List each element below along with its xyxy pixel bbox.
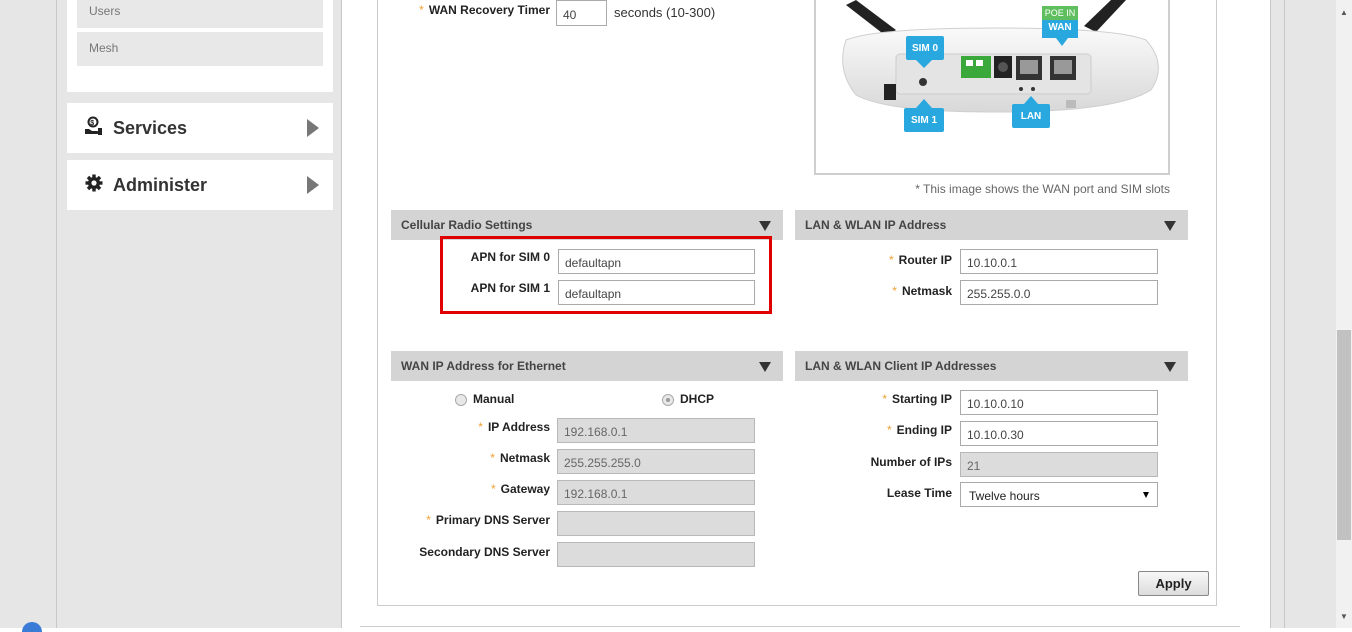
wan-callout: WAN: [1048, 22, 1072, 33]
section-title: Cellular Radio Settings: [401, 218, 533, 232]
lease-time-value: Twelve hours: [969, 489, 1040, 503]
ending-ip-label: * Ending IP: [886, 423, 952, 437]
gear-icon: [83, 173, 105, 198]
primary-dns-input[interactable]: [557, 511, 755, 536]
wan-recovery-label: * WAN Recovery Timer: [419, 3, 550, 17]
section-title: LAN & WLAN Client IP Addresses: [805, 359, 997, 373]
number-of-ips-label: Number of IPs: [870, 455, 952, 469]
wan-netmask-label: * Netmask: [490, 451, 550, 465]
starting-ip-label: * Starting IP: [882, 392, 952, 406]
lan-wlan-ip-header[interactable]: LAN & WLAN IP Address: [795, 210, 1188, 240]
lease-time-select[interactable]: Twelve hours: [960, 482, 1158, 507]
number-of-ips-input: 21: [960, 452, 1158, 477]
chevron-down-icon: [1143, 492, 1149, 498]
sidebar-item-label: Administer: [113, 174, 208, 195]
collapse-icon: [759, 362, 771, 372]
wan-recovery-hint: seconds (10-300): [614, 5, 716, 20]
manual-radio[interactable]: [455, 394, 467, 406]
divider: [360, 626, 1240, 627]
sidebar-item-label: Mesh: [89, 41, 119, 55]
ending-ip-input[interactable]: 10.10.0.30: [960, 421, 1158, 446]
wan-ethernet-header[interactable]: WAN IP Address for Ethernet: [391, 351, 783, 381]
collapse-icon: [1164, 221, 1176, 231]
highlight-box: [440, 236, 772, 314]
starting-ip-input[interactable]: 10.10.0.10: [960, 390, 1158, 415]
lan-callout: LAN: [1020, 111, 1042, 122]
wan-ip-input[interactable]: 192.168.0.1: [557, 418, 755, 443]
scroll-down-arrow-icon[interactable]: ▼: [1336, 612, 1352, 626]
sidebar-item-label: Services: [113, 117, 188, 138]
section-title: LAN & WLAN IP Address: [805, 218, 947, 232]
lan-netmask-input[interactable]: 255.255.0.0: [960, 280, 1158, 305]
sidebar: [57, 0, 342, 628]
client-ip-header[interactable]: LAN & WLAN Client IP Addresses: [795, 351, 1188, 381]
chevron-right-icon: [307, 119, 319, 137]
sidebar-item-label: Users: [89, 4, 121, 18]
right-gutter: [1270, 0, 1336, 628]
scrollbar-thumb[interactable]: [1337, 330, 1351, 540]
services-icon: $: [83, 116, 105, 141]
divider: [341, 0, 342, 628]
primary-dns-label: * Primary DNS Server: [426, 513, 550, 527]
sidebar-item-mesh[interactable]: Mesh: [77, 32, 323, 66]
image-caption: * This image shows the WAN port and SIM …: [915, 182, 1170, 196]
collapse-icon: [759, 221, 771, 231]
router-ip-label: * Router IP: [888, 253, 952, 267]
wan-recovery-input[interactable]: 40: [556, 0, 607, 26]
divider: [1284, 0, 1285, 628]
dhcp-radio-label: DHCP: [680, 392, 715, 406]
scroll-up-arrow-icon[interactable]: ▲: [1336, 8, 1352, 22]
left-gutter: [0, 0, 56, 628]
sidebar-item-services[interactable]: $ Services: [67, 103, 333, 153]
lan-netmask-label: * Netmask: [892, 284, 952, 298]
collapse-icon: [1164, 362, 1176, 372]
secondary-dns-input[interactable]: [557, 542, 755, 567]
chevron-right-icon: [307, 176, 319, 194]
lease-time-label: Lease Time: [886, 486, 952, 500]
divider: [1270, 0, 1271, 628]
wan-netmask-input[interactable]: 255.255.255.0: [557, 449, 755, 474]
dhcp-radio[interactable]: [662, 394, 674, 406]
wan-ip-label: * IP Address: [478, 420, 550, 434]
poe-in-callout: POE IN: [1044, 8, 1076, 18]
router-ip-input[interactable]: 10.10.0.1: [960, 249, 1158, 274]
wan-gateway-label: * Gateway: [490, 482, 550, 496]
sim0-callout: SIM 0: [911, 43, 939, 54]
manual-radio-label: Manual: [473, 392, 515, 406]
sidebar-item-administer[interactable]: Administer: [67, 160, 333, 210]
svg-text:$: $: [90, 120, 94, 127]
wan-gateway-input[interactable]: 192.168.0.1: [557, 480, 755, 505]
apply-button[interactable]: Apply: [1138, 571, 1209, 596]
device-image: SIM 0 SIM 1 LAN POE IN WAN: [814, 0, 1170, 175]
secondary-dns-label: Secondary DNS Server: [419, 545, 550, 559]
sim1-callout: SIM 1: [910, 115, 938, 126]
section-title: WAN IP Address for Ethernet: [401, 359, 566, 373]
sidebar-item-users[interactable]: Users: [77, 0, 323, 28]
